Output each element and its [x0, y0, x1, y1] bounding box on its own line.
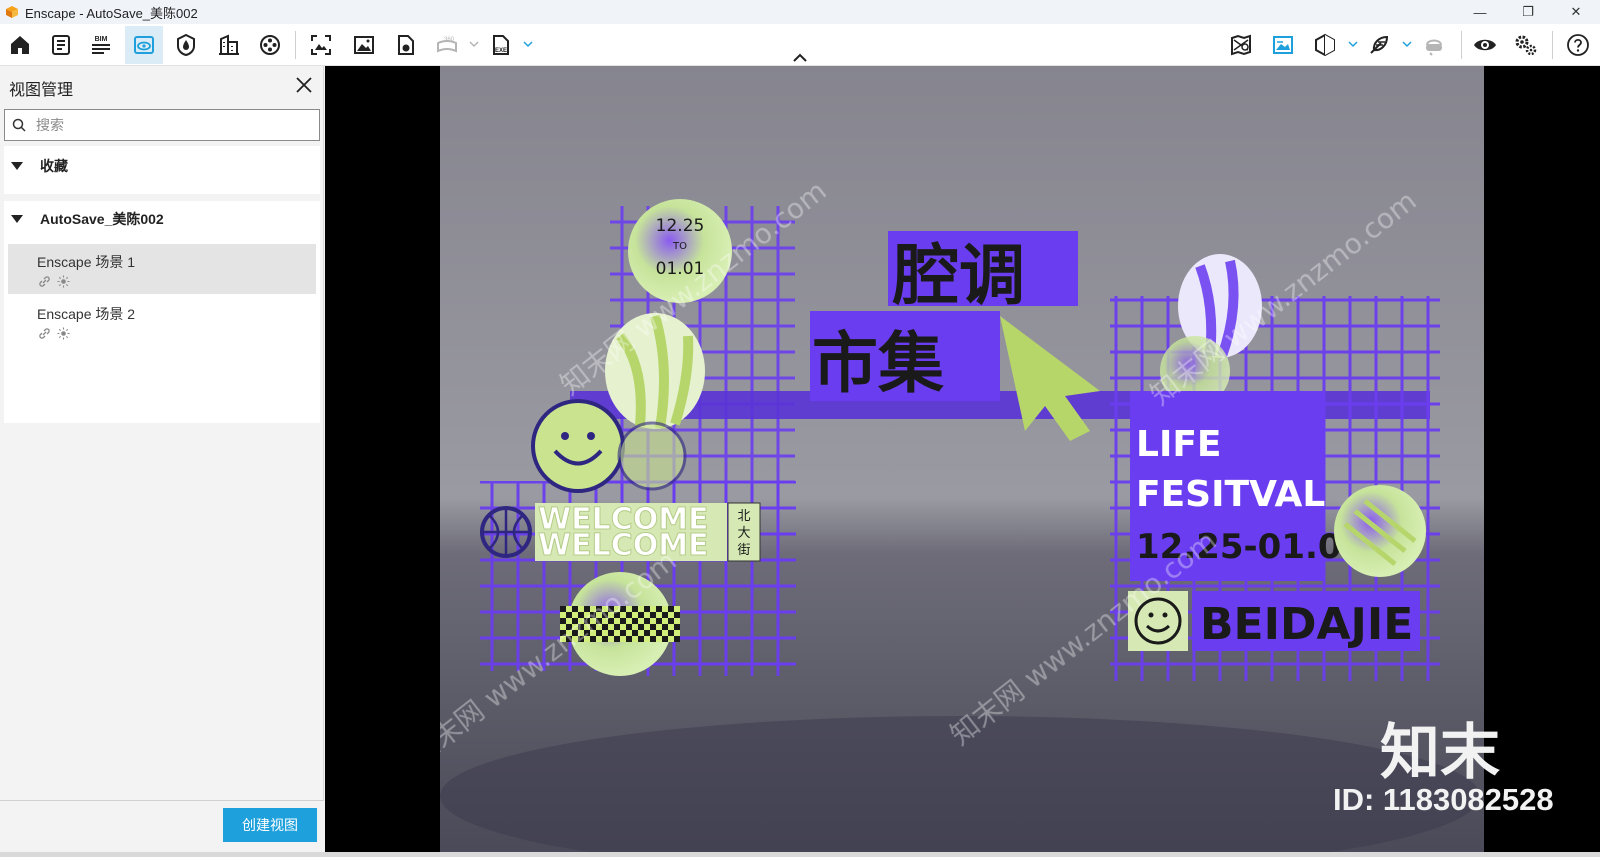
life-text: LIFE [1136, 424, 1222, 465]
export-exe-button[interactable]: EXE [482, 26, 520, 64]
chevron-down-icon [1348, 41, 1358, 48]
title-bar: Enscape - AutoSave_美陈002 — ❐ ✕ [0, 0, 1600, 24]
section-dropdown[interactable] [1347, 37, 1359, 51]
chevron-down-icon [1402, 41, 1412, 48]
watermark-id: ID: 1183082528 [1333, 782, 1554, 817]
bim-icon: BIM [92, 36, 110, 54]
film-reel-icon [260, 35, 280, 55]
panel-title: 视图管理 [9, 82, 74, 99]
export-web-button[interactable] [387, 26, 425, 64]
chevron-down-icon [469, 41, 479, 48]
welcome-text-2: WELCOME [538, 528, 709, 563]
help-button[interactable] [1559, 26, 1597, 64]
festival-text: FESITVAL [1136, 474, 1325, 515]
visual-preset-button[interactable] [1360, 26, 1398, 64]
favorites-label: 收藏 [40, 158, 68, 174]
minimize-button[interactable]: — [1456, 0, 1504, 24]
status-strip [0, 852, 1600, 857]
vr-headset-button[interactable] [1415, 26, 1453, 64]
sun-icon[interactable] [57, 327, 70, 340]
panorama-360-icon: 360 [437, 37, 457, 53]
document-list-icon [52, 35, 70, 55]
material-button[interactable] [167, 26, 205, 64]
buildings-icon [219, 34, 239, 55]
preset-dropdown[interactable] [1401, 37, 1413, 51]
triangle-down-icon [11, 215, 23, 223]
search-icon [12, 118, 26, 132]
landscape-icon [1273, 36, 1293, 54]
svg-text:BIM: BIM [95, 36, 108, 43]
restore-button[interactable]: ❐ [1504, 0, 1552, 24]
close-window-button[interactable]: ✕ [1552, 0, 1600, 24]
map-pin-icon [1231, 34, 1251, 56]
watermark-logo: 知末 [1380, 718, 1500, 788]
favorites-group: 收藏 [4, 146, 320, 194]
view-management-panel: 视图管理 收藏 AutoSave_美陈002 Enscape 场景 1 Ensc… [0, 66, 324, 852]
atmosphere-button[interactable] [1264, 26, 1302, 64]
render-viewport[interactable]: 腔调 市集 12.25 TO 01.01 WELCOME WELCOME 北 大… [325, 66, 1600, 852]
search-box [4, 109, 320, 141]
batch-render-button[interactable] [345, 26, 383, 64]
create-view-button[interactable]: 创建视图 [223, 808, 317, 842]
shield-drop-icon [177, 33, 195, 57]
close-panel-icon[interactable] [294, 75, 314, 95]
street-char-2: 大 [737, 526, 750, 541]
gears-icon [1515, 35, 1537, 56]
bim-button[interactable]: BIM [82, 26, 120, 64]
sign-line-2: 市集 [812, 325, 944, 402]
street-char-1: 北 [737, 509, 750, 524]
panel-footer: 创建视图 [0, 800, 324, 852]
section-box-button[interactable] [1306, 26, 1344, 64]
view-item-scene-2[interactable]: Enscape 场景 2 [8, 296, 316, 346]
badge-date-1: 12.25 [656, 216, 705, 236]
view-eye-icon [134, 36, 154, 54]
triangle-down-icon [11, 162, 23, 170]
video-editor-button[interactable] [251, 26, 289, 64]
capture-icon [311, 35, 331, 55]
beidajie-text: BEIDAJIE [1200, 599, 1413, 650]
view-management-button[interactable] [125, 26, 163, 64]
asset-library-button[interactable] [210, 26, 248, 64]
rendered-scene: 腔调 市集 12.25 TO 01.01 WELCOME WELCOME 北 大… [440, 66, 1484, 852]
feather-icon [1370, 35, 1389, 54]
svg-text:EXE: EXE [495, 48, 507, 54]
search-input[interactable] [36, 117, 306, 133]
file-globe-icon [398, 35, 414, 55]
cube-icon [1315, 33, 1335, 57]
view-item-name: Enscape 场景 1 [37, 254, 136, 270]
map-button[interactable] [1222, 26, 1260, 64]
view-item-scene-1[interactable]: Enscape 场景 1 [8, 244, 316, 294]
badge-to: TO [672, 241, 687, 252]
file-exe-icon: EXE [493, 35, 509, 55]
link-icon[interactable] [38, 327, 51, 340]
home-button[interactable] [1, 26, 39, 64]
sign-line-1: 腔调 [892, 237, 1025, 314]
settings-button[interactable] [1507, 26, 1545, 64]
project-label: AutoSave_美陈002 [40, 211, 164, 227]
link-icon[interactable] [38, 275, 51, 288]
sun-icon[interactable] [57, 275, 70, 288]
screenshot-button[interactable] [302, 26, 340, 64]
favorites-header[interactable]: 收藏 [4, 146, 320, 186]
vr-headset-icon [1426, 39, 1442, 56]
image-icon [354, 36, 374, 54]
collapse-toolbar-chevron-up-icon[interactable] [792, 52, 808, 64]
help-icon [1567, 34, 1589, 56]
panorama-dropdown[interactable] [468, 37, 480, 51]
project-header[interactable]: AutoSave_美陈002 [4, 199, 320, 239]
document-button[interactable] [42, 26, 80, 64]
panorama-button[interactable]: 360 [428, 26, 466, 64]
export-dropdown[interactable] [522, 37, 534, 51]
project-group: AutoSave_美陈002 Enscape 场景 1 Enscape 场景 2 [4, 201, 320, 423]
chevron-down-icon [523, 41, 533, 48]
enscape-logo-icon [6, 6, 18, 18]
view-item-name: Enscape 场景 2 [37, 306, 136, 322]
home-icon [11, 36, 29, 54]
eye-icon [1474, 39, 1496, 51]
window-title: Enscape - AutoSave_美陈002 [25, 5, 198, 21]
street-char-3: 街 [737, 543, 750, 558]
live-view-button[interactable] [1466, 26, 1504, 64]
